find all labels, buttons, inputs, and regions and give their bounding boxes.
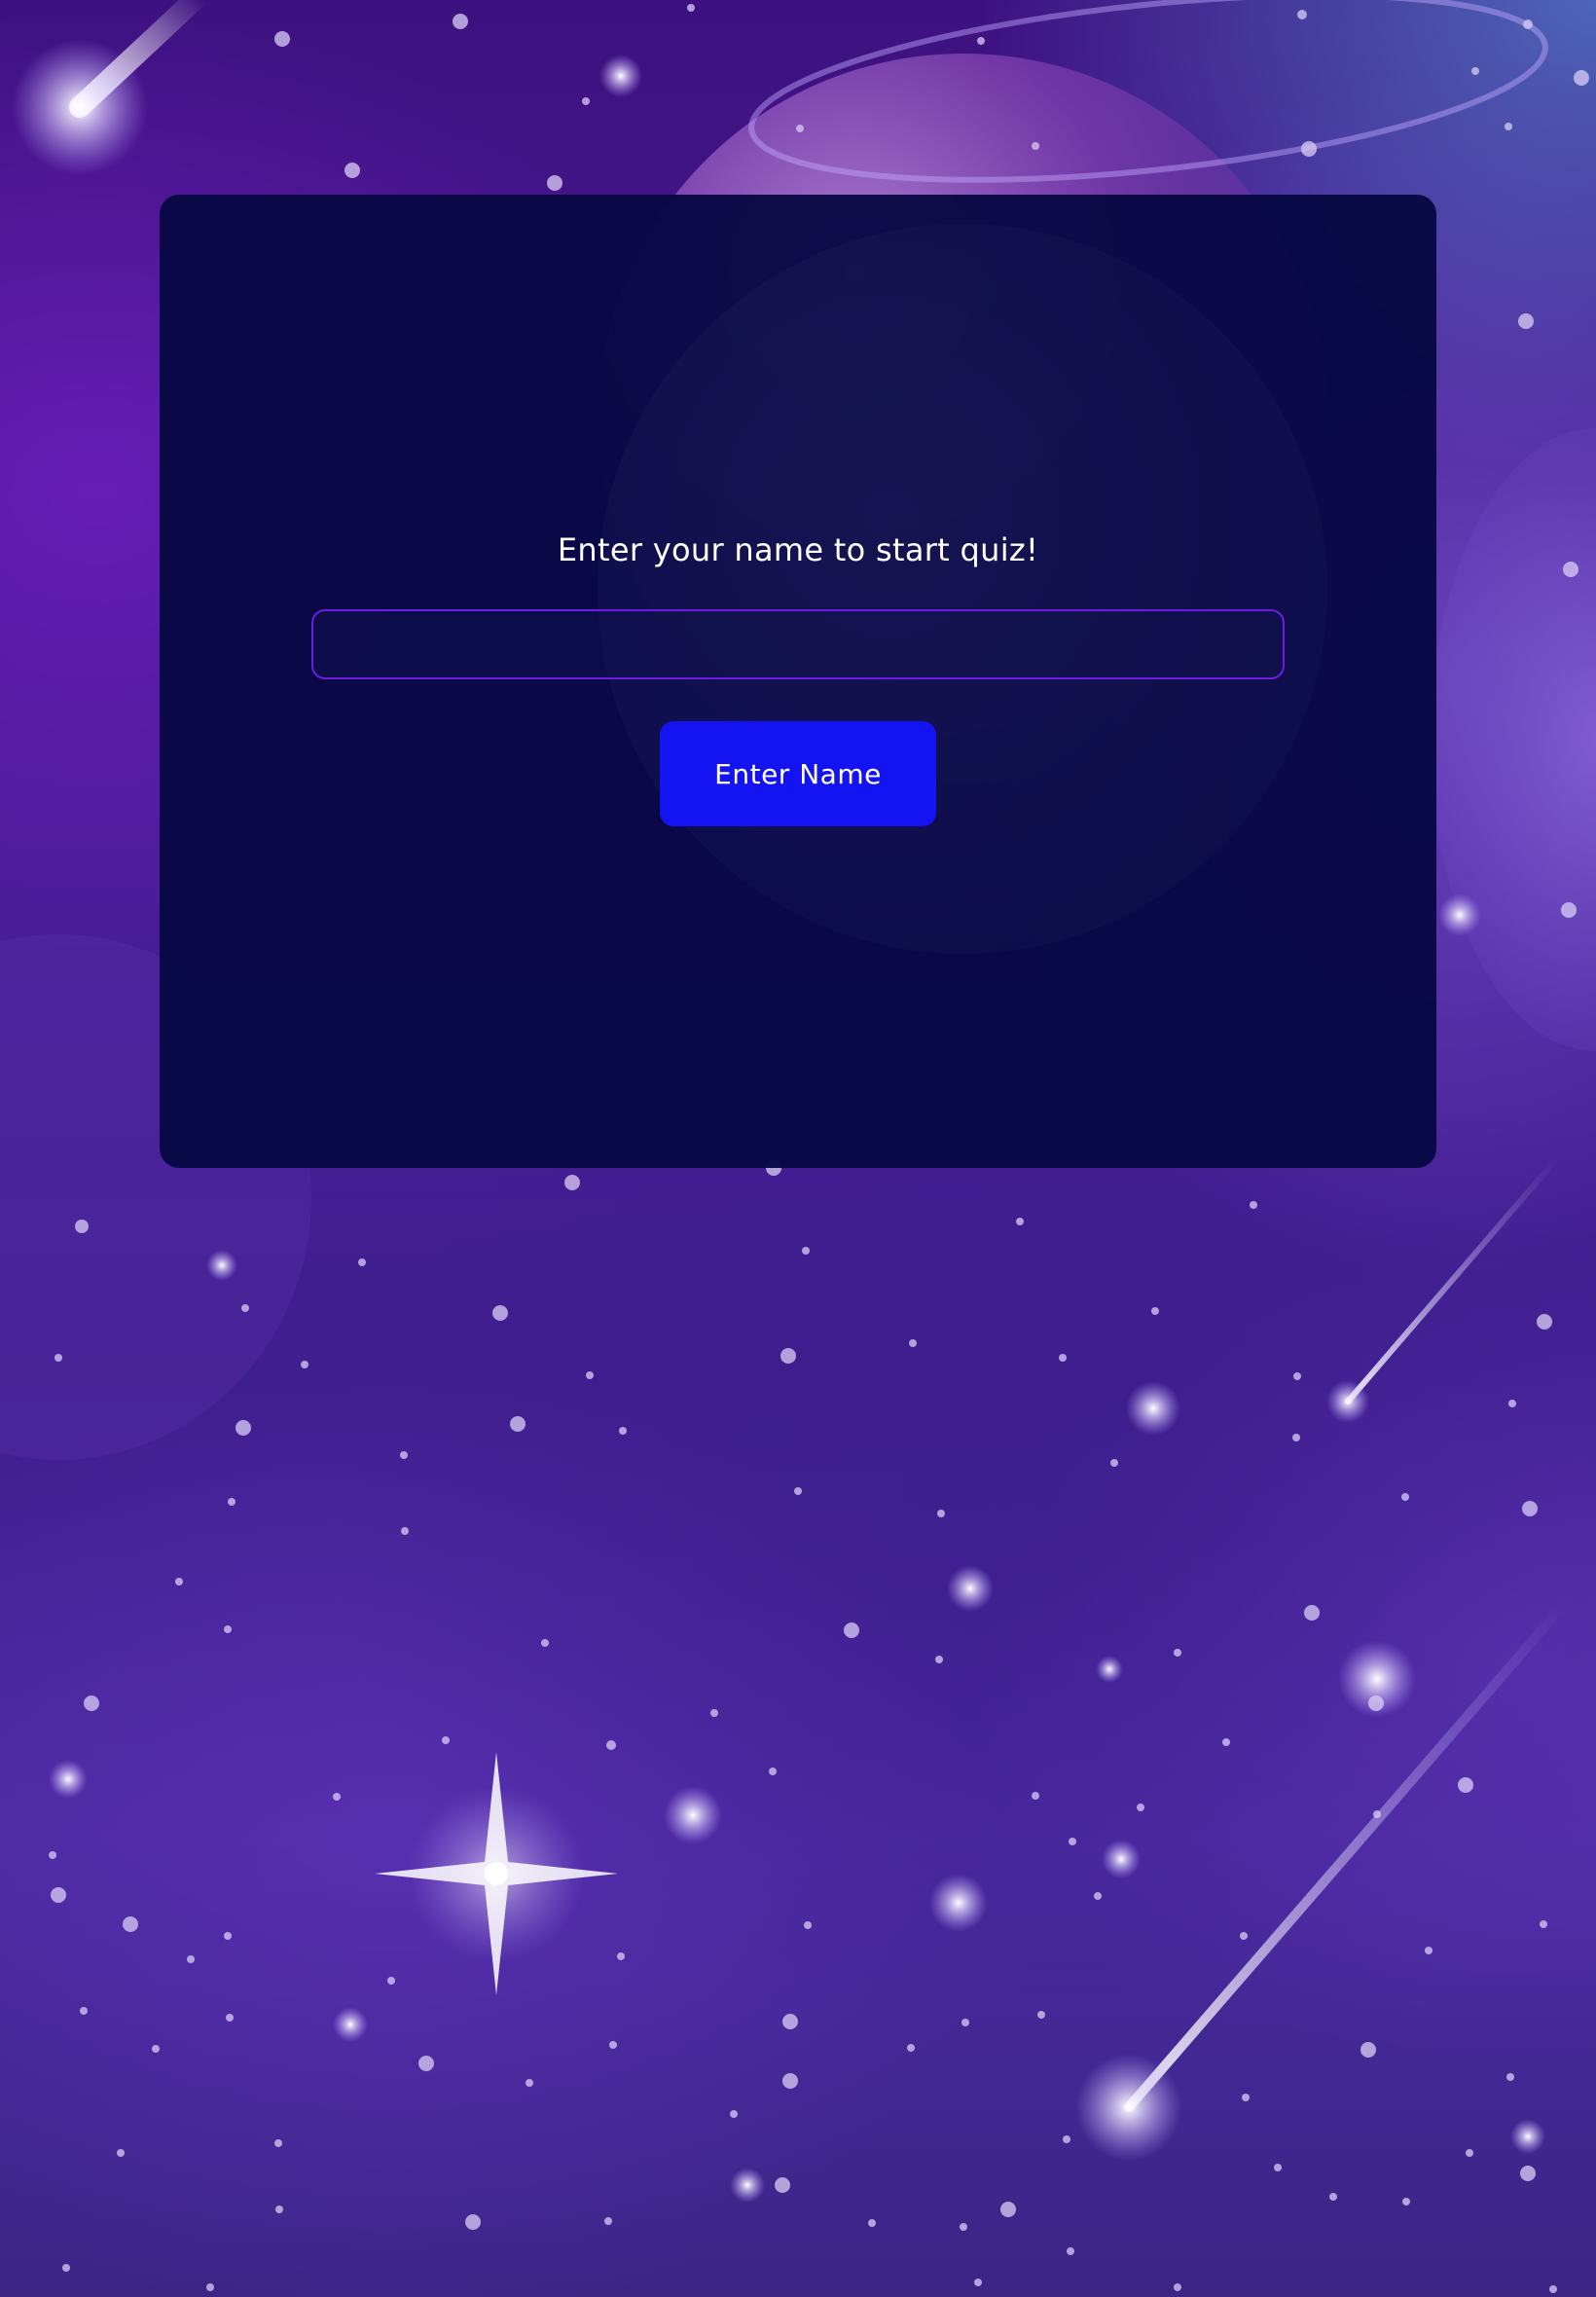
name-input[interactable] <box>311 609 1285 679</box>
shooting-star <box>1326 1155 1560 1423</box>
enter-name-button[interactable]: Enter Name <box>660 721 936 826</box>
nebula-blob <box>1431 428 1596 1051</box>
sparkle-star <box>375 1752 618 1995</box>
quiz-start-card: Enter your name to start quiz! Enter Nam… <box>160 195 1436 1168</box>
shooting-star <box>12 0 209 175</box>
shooting-star <box>1075 1596 1572 2161</box>
quiz-prompt: Enter your name to start quiz! <box>557 531 1039 568</box>
card-planet-overlay <box>598 224 1327 954</box>
